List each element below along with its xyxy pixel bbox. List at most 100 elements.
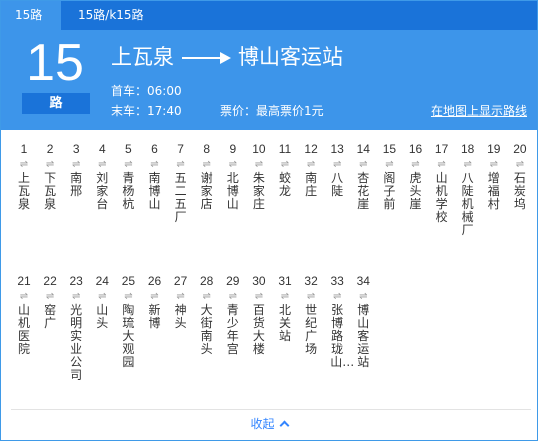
swap-arrows-icon: ⇌ (150, 159, 159, 170)
stop-name: 窑广 (44, 303, 57, 330)
schedule-times: 首车：06:00 末车：17:40 (111, 81, 182, 121)
stop-number: 14 (356, 142, 370, 156)
stop-number: 5 (125, 142, 132, 156)
swap-arrows-icon: ⇌ (515, 159, 525, 170)
stop-item[interactable]: 33 ⇌ 张博路珑山… (324, 272, 354, 369)
stop-name: 上瓦泉 (17, 171, 30, 211)
stop-name: 青少年宫 (226, 303, 239, 356)
stop-name: 青杨杭 (122, 171, 135, 211)
stop-number: 6 (151, 142, 158, 156)
show-route-on-map-link[interactable]: 在地图上显示路线 (431, 101, 527, 121)
stop-item[interactable]: 17 ⇌ 山机学校 (429, 140, 455, 224)
stop-name: 南庄 (305, 171, 318, 198)
stop-item[interactable]: 31 ⇌ 北关站 (272, 272, 298, 343)
stop-item[interactable]: 27 ⇌ 神头 (168, 272, 194, 330)
swap-arrows-icon: ⇌ (228, 159, 237, 170)
stop-item[interactable]: 30 ⇌ 百货大楼 (246, 272, 272, 356)
stop-name: 山机学校 (435, 171, 448, 224)
stop-name: 下瓦泉 (44, 171, 57, 211)
swap-arrows-icon: ⇌ (306, 159, 316, 170)
stop-name: 山机医院 (17, 303, 30, 356)
stop-name: 南博山 (148, 171, 161, 211)
stop-item[interactable]: 1 ⇌ 上瓦泉 (11, 140, 37, 211)
stop-name: 神头 (174, 303, 187, 330)
route-destination: 博山客运站 (238, 45, 343, 69)
stop-item[interactable]: 20 ⇌ 石炭坞 (507, 140, 533, 211)
stop-item[interactable]: 5 ⇌ 青杨杭 (115, 140, 141, 211)
stop-item[interactable]: 9 ⇌ 北博山 (220, 140, 246, 211)
stop-number: 25 (121, 274, 136, 288)
tab-15-k15[interactable]: 15路/k15路 (64, 1, 158, 30)
stop-name: 大街南头 (200, 303, 213, 356)
divider (11, 409, 531, 410)
stop-item[interactable]: 23 ⇌ 光明实业公司 (63, 272, 89, 382)
stop-number: 8 (203, 142, 211, 156)
swap-arrows-icon: ⇌ (176, 291, 185, 302)
tab-bar: 15路 15路/k15路 (1, 1, 537, 30)
stop-number: 11 (278, 142, 292, 156)
swap-arrows-icon: ⇌ (202, 291, 211, 302)
stop-name: 石炭坞 (513, 171, 526, 211)
stop-item[interactable]: 25 ⇌ 陶琉大观园 (115, 272, 141, 369)
stop-item[interactable]: 15 ⇌ 阁子前 (376, 140, 402, 211)
swap-arrows-icon: ⇌ (437, 159, 446, 170)
stop-number: 9 (229, 142, 237, 156)
stop-number: 10 (252, 142, 266, 156)
stop-item[interactable]: 6 ⇌ 南博山 (142, 140, 168, 211)
stop-item[interactable]: 11 ⇌ 蛟龙 (272, 140, 298, 198)
stop-number: 34 (356, 274, 370, 288)
route-title: 上瓦泉 博山客运站 (111, 42, 343, 72)
stop-item[interactable]: 26 ⇌ 新博 (142, 272, 168, 330)
stop-item[interactable]: 19 ⇌ 增福村 (481, 140, 507, 211)
stop-name: 山头 (96, 303, 109, 330)
stop-item[interactable]: 32 ⇌ 世纪广场 (298, 272, 324, 356)
stop-item[interactable]: 12 ⇌ 南庄 (298, 140, 324, 198)
stop-item[interactable]: 24 ⇌ 山头 (89, 272, 115, 330)
swap-arrows-icon: ⇌ (150, 291, 159, 302)
stop-number: 30 (252, 274, 266, 288)
stop-item[interactable]: 29 ⇌ 青少年宫 (220, 272, 246, 356)
swap-arrows-icon: ⇌ (202, 159, 211, 170)
stop-item[interactable]: 4 ⇌ 刘家台 (89, 140, 115, 211)
collapse-button[interactable]: 收起 (1, 414, 537, 434)
stop-item[interactable]: 13 ⇌ 八陡 (324, 140, 350, 198)
swap-arrows-icon: ⇌ (385, 159, 394, 170)
stop-item[interactable]: 16 ⇌ 虎头崖 (403, 140, 429, 211)
stop-item[interactable]: 22 ⇌ 窑广 (37, 272, 63, 330)
stop-item[interactable]: 14 ⇌ 杏花崖 (350, 140, 376, 211)
stop-item[interactable]: 28 ⇌ 大街南头 (194, 272, 220, 356)
stop-item[interactable]: 3 ⇌ 南邢 (63, 140, 89, 198)
stop-number: 33 (330, 274, 344, 288)
stop-item[interactable]: 7 ⇌ 五二五厂 (168, 140, 194, 224)
stop-item[interactable]: 18 ⇌ 八陡机械厂 (455, 140, 481, 237)
stop-number: 21 (17, 274, 31, 288)
stop-name: 八陡 (331, 171, 344, 198)
first-bus-time: 首车：06:00 (111, 84, 182, 98)
swap-arrows-icon: ⇌ (228, 291, 237, 302)
stop-number: 4 (98, 142, 106, 156)
stop-number: 24 (95, 274, 109, 288)
stop-number: 1 (20, 142, 28, 156)
stop-item[interactable]: 21 ⇌ 山机医院 (11, 272, 37, 356)
stop-item[interactable]: 2 ⇌ 下瓦泉 (37, 140, 63, 211)
stop-number: 19 (487, 142, 501, 156)
stop-name: 虎头崖 (409, 171, 422, 211)
stop-number: 16 (408, 142, 423, 156)
collapse-label: 收起 (250, 417, 275, 431)
stop-item[interactable]: 34 ⇌ 博山客运站 (350, 272, 376, 369)
long-arrow-right-icon (180, 42, 232, 72)
stop-name: 增福村 (487, 171, 500, 211)
stop-name: 朱家庄 (252, 171, 265, 211)
stop-number: 18 (461, 142, 475, 156)
stop-name: 光明实业公司 (70, 303, 83, 382)
stop-name: 百货大楼 (252, 303, 265, 356)
stop-number: 32 (304, 274, 318, 288)
tab-15[interactable]: 15路 (1, 1, 61, 30)
stop-item[interactable]: 10 ⇌ 朱家庄 (246, 140, 272, 211)
stop-item[interactable]: 8 ⇌ 谢家店 (194, 140, 220, 211)
swap-arrows-icon: ⇌ (45, 159, 55, 170)
swap-arrows-icon: ⇌ (332, 291, 342, 302)
line-unit-badge: 路 (22, 93, 90, 114)
swap-arrows-icon: ⇌ (332, 159, 342, 170)
swap-arrows-icon: ⇌ (489, 159, 498, 170)
